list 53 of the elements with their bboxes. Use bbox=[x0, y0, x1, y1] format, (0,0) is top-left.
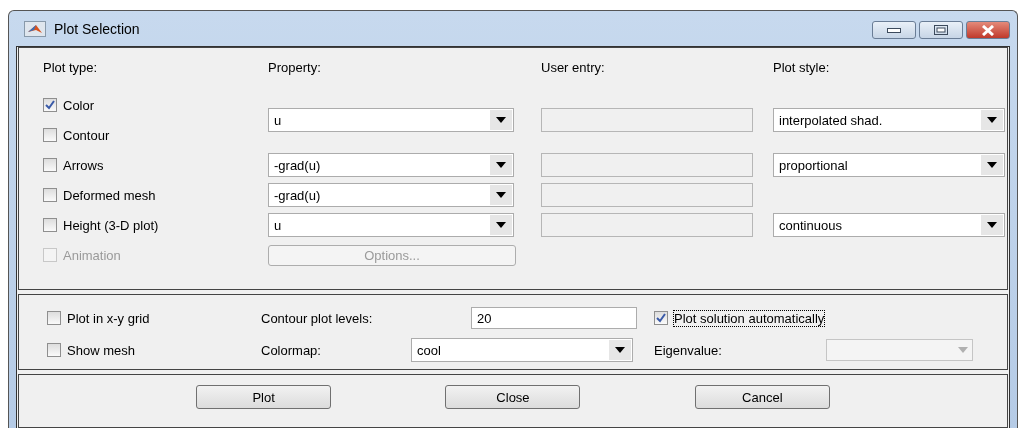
eigenvalue-label: Eigenvalue: bbox=[654, 342, 723, 358]
dialog-button[interactable]: Close bbox=[445, 385, 581, 409]
checkbox-label: Arrows bbox=[63, 157, 104, 173]
caret-icon bbox=[496, 222, 506, 228]
checkbox[interactable] bbox=[43, 188, 57, 202]
maximize-icon bbox=[934, 25, 948, 35]
checkbox-label: Plot solution automatically bbox=[674, 310, 825, 326]
close-button[interactable] bbox=[966, 21, 1010, 39]
checkbox[interactable] bbox=[43, 98, 57, 112]
caret-icon bbox=[496, 162, 506, 168]
checkbox[interactable] bbox=[43, 218, 57, 232]
checkbox[interactable] bbox=[47, 311, 61, 325]
caret-icon bbox=[496, 192, 506, 198]
property-dropdown[interactable]: u bbox=[268, 213, 514, 237]
checkbox-label: Plot in x-y grid bbox=[67, 310, 150, 326]
plot-style-dropdown[interactable]: proportional bbox=[773, 153, 1005, 177]
dialog-button[interactable]: Cancel bbox=[694, 385, 830, 409]
caret-icon bbox=[987, 117, 997, 123]
checkbox[interactable] bbox=[47, 343, 61, 357]
close-icon bbox=[981, 24, 995, 36]
caret-icon bbox=[615, 347, 625, 353]
property-dropdown[interactable]: -grad(u) bbox=[268, 153, 514, 177]
column-header: Plot type: bbox=[43, 60, 98, 75]
app-icon bbox=[24, 20, 46, 37]
checkbox-label: Contour bbox=[63, 127, 110, 143]
column-header: User entry: bbox=[541, 60, 605, 75]
caret-icon bbox=[496, 117, 506, 123]
plot-style-dropdown[interactable]: interpolated shad. bbox=[773, 108, 1005, 132]
minimize-icon bbox=[887, 27, 901, 33]
checkbox-label: Deformed mesh bbox=[63, 187, 156, 203]
caret-icon bbox=[958, 347, 968, 353]
column-header: Property: bbox=[268, 60, 321, 75]
checkbox-label: Height (3-D plot) bbox=[63, 217, 159, 233]
checkbox[interactable] bbox=[654, 311, 668, 325]
checkbox-label: Show mesh bbox=[67, 342, 135, 358]
window-title: Plot Selection bbox=[54, 20, 140, 37]
levels-field[interactable]: 20 bbox=[471, 307, 637, 329]
checkbox[interactable] bbox=[43, 158, 57, 172]
plot-style-dropdown[interactable]: continuous bbox=[773, 213, 1005, 237]
checkbox-label: Animation bbox=[63, 247, 121, 263]
colormap-dropdown[interactable]: cool bbox=[411, 338, 633, 362]
checkbox[interactable] bbox=[43, 128, 57, 142]
column-header: Plot style: bbox=[773, 60, 830, 75]
colormap-label: Colormap: bbox=[261, 342, 322, 358]
maximize-button[interactable] bbox=[919, 21, 963, 39]
dialog-button[interactable]: Plot bbox=[196, 385, 332, 409]
property-dropdown[interactable]: -grad(u) bbox=[268, 183, 514, 207]
checkbox-label: Color bbox=[63, 97, 95, 113]
property-dropdown[interactable]: u bbox=[268, 108, 514, 132]
caret-icon bbox=[987, 222, 997, 228]
minimize-button[interactable] bbox=[872, 21, 916, 39]
levels-label: Contour plot levels: bbox=[261, 310, 374, 326]
caret-icon bbox=[987, 162, 997, 168]
